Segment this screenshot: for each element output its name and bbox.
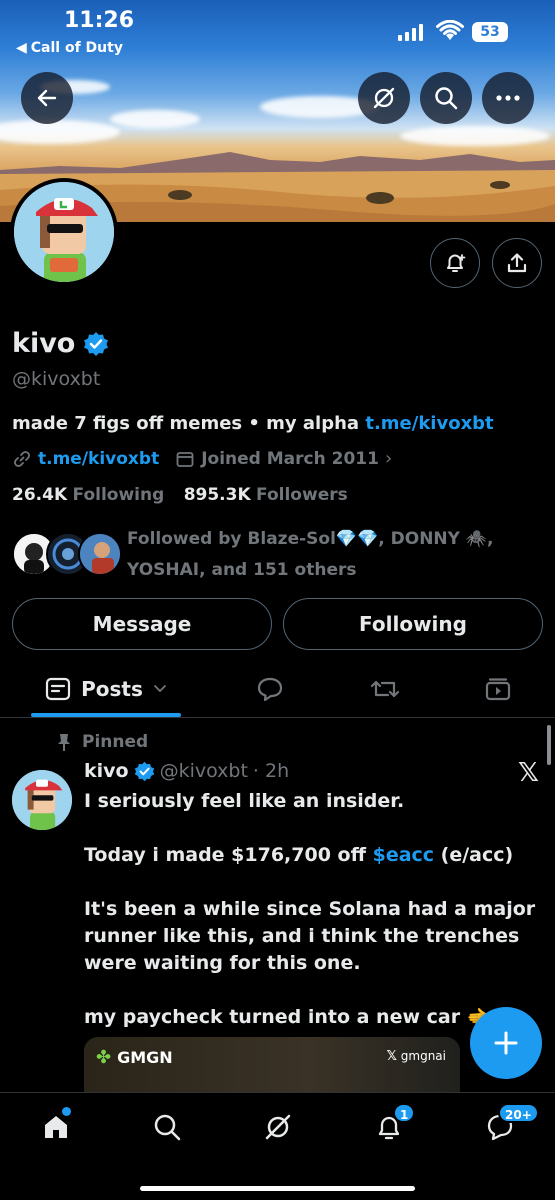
followed-by-text: Followed by Blaze-Sol💎💎, DONNY 🕷️, YOSHA… <box>127 529 494 580</box>
active-tab-indicator <box>31 713 181 717</box>
profile-handle: @kivoxbt <box>12 368 101 390</box>
back-to-app-link[interactable]: ◀ Call of Duty <box>16 40 123 56</box>
reply-bubble-icon <box>257 677 283 702</box>
tab-replies[interactable] <box>240 660 300 718</box>
following-count: 26.4K <box>12 485 68 505</box>
nav-grok[interactable] <box>248 1107 308 1147</box>
following-stat[interactable]: 26.4K Following <box>12 485 164 505</box>
profile-name: kivo <box>12 328 76 359</box>
follow-stats: 26.4K Following 895.3K Followers <box>12 485 348 505</box>
nav-search[interactable] <box>137 1107 197 1147</box>
frog-icon: ✤ <box>96 1047 112 1068</box>
followed-by-row[interactable]: Followed by Blaze-Sol💎💎, DONNY 🕷️, YOSHA… <box>12 522 542 582</box>
post-line: Today i made $176,700 off $eacc (e/acc) <box>84 844 514 866</box>
bio-link[interactable]: t.me/kivoxbt <box>365 413 493 434</box>
profile-avatar[interactable] <box>10 178 118 286</box>
home-icon <box>45 1116 67 1138</box>
search-icon <box>435 87 458 110</box>
status-bar: 11:26 ◀ Call of Duty 53 <box>0 0 555 64</box>
bio-text: made 7 figs off memes • my alpha <box>12 413 366 434</box>
home-indicator[interactable] <box>140 1186 415 1191</box>
joined-item[interactable]: Joined March 2011 › <box>175 448 392 469</box>
profile-tabs: Posts <box>0 660 555 718</box>
post-header: kivo @kivoxbt · 2h <box>84 760 289 782</box>
profile-bio: made 7 figs off memes • my alpha t.me/ki… <box>12 413 494 434</box>
media-brand: ✤ GMGN <box>96 1047 173 1068</box>
back-app-label: Call of Duty <box>30 40 123 56</box>
link-icon <box>14 450 30 467</box>
following-label: Following <box>72 485 165 505</box>
more-options-button[interactable] <box>482 72 534 124</box>
followers-label: Followers <box>256 485 348 505</box>
verified-badge-icon <box>134 761 154 781</box>
post-media[interactable]: ✤ GMGN 𝕏 gmgnai <box>84 1037 460 1095</box>
back-triangle-icon: ◀ <box>16 40 27 56</box>
post-text[interactable]: I seriously feel like an insider. Today … <box>84 788 544 1058</box>
post-line: I seriously feel like an insider. <box>84 790 405 812</box>
joined-date: Joined March 2011 <box>201 448 379 469</box>
compose-post-button[interactable] <box>470 1007 542 1079</box>
x-logo-icon: 𝕏 <box>518 758 539 788</box>
verified-badge-icon[interactable] <box>83 331 109 357</box>
post-author-name[interactable]: kivo <box>84 760 129 782</box>
message-button[interactable]: Message <box>12 598 272 650</box>
wifi-icon <box>436 20 464 40</box>
cashtag-link[interactable]: $eacc <box>373 844 434 866</box>
post-author-handle[interactable]: @kivoxbt <box>160 760 248 782</box>
video-icon <box>485 678 511 701</box>
nav-home[interactable] <box>26 1107 86 1147</box>
battery-indicator: 53 <box>472 22 508 42</box>
notifications-bell-button[interactable] <box>430 238 480 288</box>
notifications-badge: 1 <box>393 1103 416 1123</box>
followers-count: 895.3K <box>183 485 251 505</box>
posts-icon <box>46 677 71 701</box>
scrollbar[interactable] <box>547 725 551 765</box>
status-time: 11:26 <box>64 8 135 33</box>
chevron-down-icon <box>153 685 166 693</box>
following-button[interactable]: Following <box>283 598 543 650</box>
cellular-signal-icon <box>398 24 423 41</box>
pin-icon <box>58 734 70 751</box>
grok-icon <box>373 87 395 109</box>
media-watermark: 𝕏 gmgnai <box>386 1049 446 1064</box>
followers-stat[interactable]: 895.3K Followers <box>184 485 348 505</box>
bottom-navigation: 1 20+ <box>0 1092 555 1200</box>
tab-posts-label: Posts <box>81 677 143 701</box>
repost-icon <box>370 680 400 698</box>
grok-icon <box>265 1114 291 1140</box>
calendar-icon <box>176 451 194 467</box>
post-line: It's been a while since Solana had a maj… <box>84 898 536 974</box>
grok-button[interactable] <box>358 72 410 124</box>
tab-media[interactable] <box>468 660 528 718</box>
banner-cloud <box>110 110 200 128</box>
profile-name-row: kivo <box>12 328 109 359</box>
home-unread-dot <box>62 1107 71 1116</box>
arrow-left-icon <box>37 89 57 107</box>
nav-notifications[interactable]: 1 <box>359 1103 419 1147</box>
tab-posts[interactable]: Posts <box>31 660 181 718</box>
back-button[interactable] <box>21 72 73 124</box>
pinned-label: Pinned <box>82 732 149 752</box>
avatar-illustration <box>14 182 114 282</box>
follower-avatar <box>78 532 122 576</box>
ellipsis-icon <box>496 95 520 101</box>
pinned-indicator: Pinned <box>56 732 148 752</box>
share-button[interactable] <box>492 238 542 288</box>
website-link[interactable]: t.me/kivoxbt <box>38 449 159 469</box>
plus-icon <box>494 1031 518 1055</box>
profile-meta: t.me/kivoxbt Joined March 2011 › <box>12 448 392 469</box>
website-item[interactable]: t.me/kivoxbt <box>12 449 159 469</box>
chevron-right-icon: › <box>384 448 393 469</box>
post-time: · 2h <box>252 760 290 782</box>
avatar-illustration <box>12 770 72 830</box>
share-icon <box>507 253 527 273</box>
bell-plus-icon <box>447 254 466 272</box>
tab-reposts[interactable] <box>355 660 415 718</box>
post-author-avatar[interactable] <box>12 770 72 830</box>
search-button[interactable] <box>420 72 472 124</box>
nav-messages[interactable]: 20+ <box>470 1103 539 1147</box>
messages-badge: 20+ <box>498 1103 539 1123</box>
search-icon <box>154 1114 181 1141</box>
